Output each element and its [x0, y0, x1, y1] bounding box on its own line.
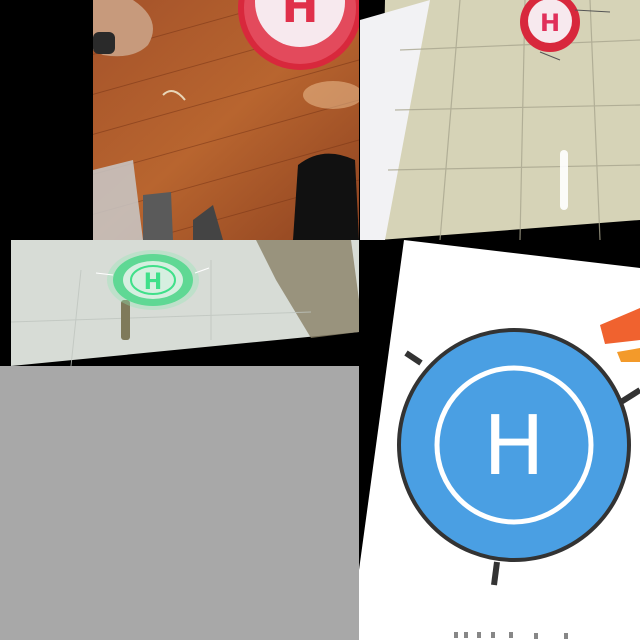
- photo-tile-floor-helipad: H: [360, 0, 640, 240]
- photo-glowing-helipad: H: [11, 240, 359, 366]
- wood-floor-scene: H: [93, 0, 359, 240]
- empty-gray-area: [0, 366, 359, 640]
- photo-wood-floor-helipad: H: [93, 0, 359, 240]
- pad-letter-1: H: [282, 0, 319, 33]
- blue-helipad-scene: H: [359, 240, 640, 640]
- pad-letter-3: H: [144, 270, 162, 295]
- tile-floor-scene: H: [360, 0, 640, 240]
- green-glowing-helipad: H: [107, 250, 199, 310]
- glowing-pad-scene: H: [11, 240, 359, 366]
- pad-letter-4: H: [483, 399, 545, 494]
- illustration-blue-helipad: H: [359, 240, 640, 640]
- pad-letter-2: H: [540, 9, 560, 37]
